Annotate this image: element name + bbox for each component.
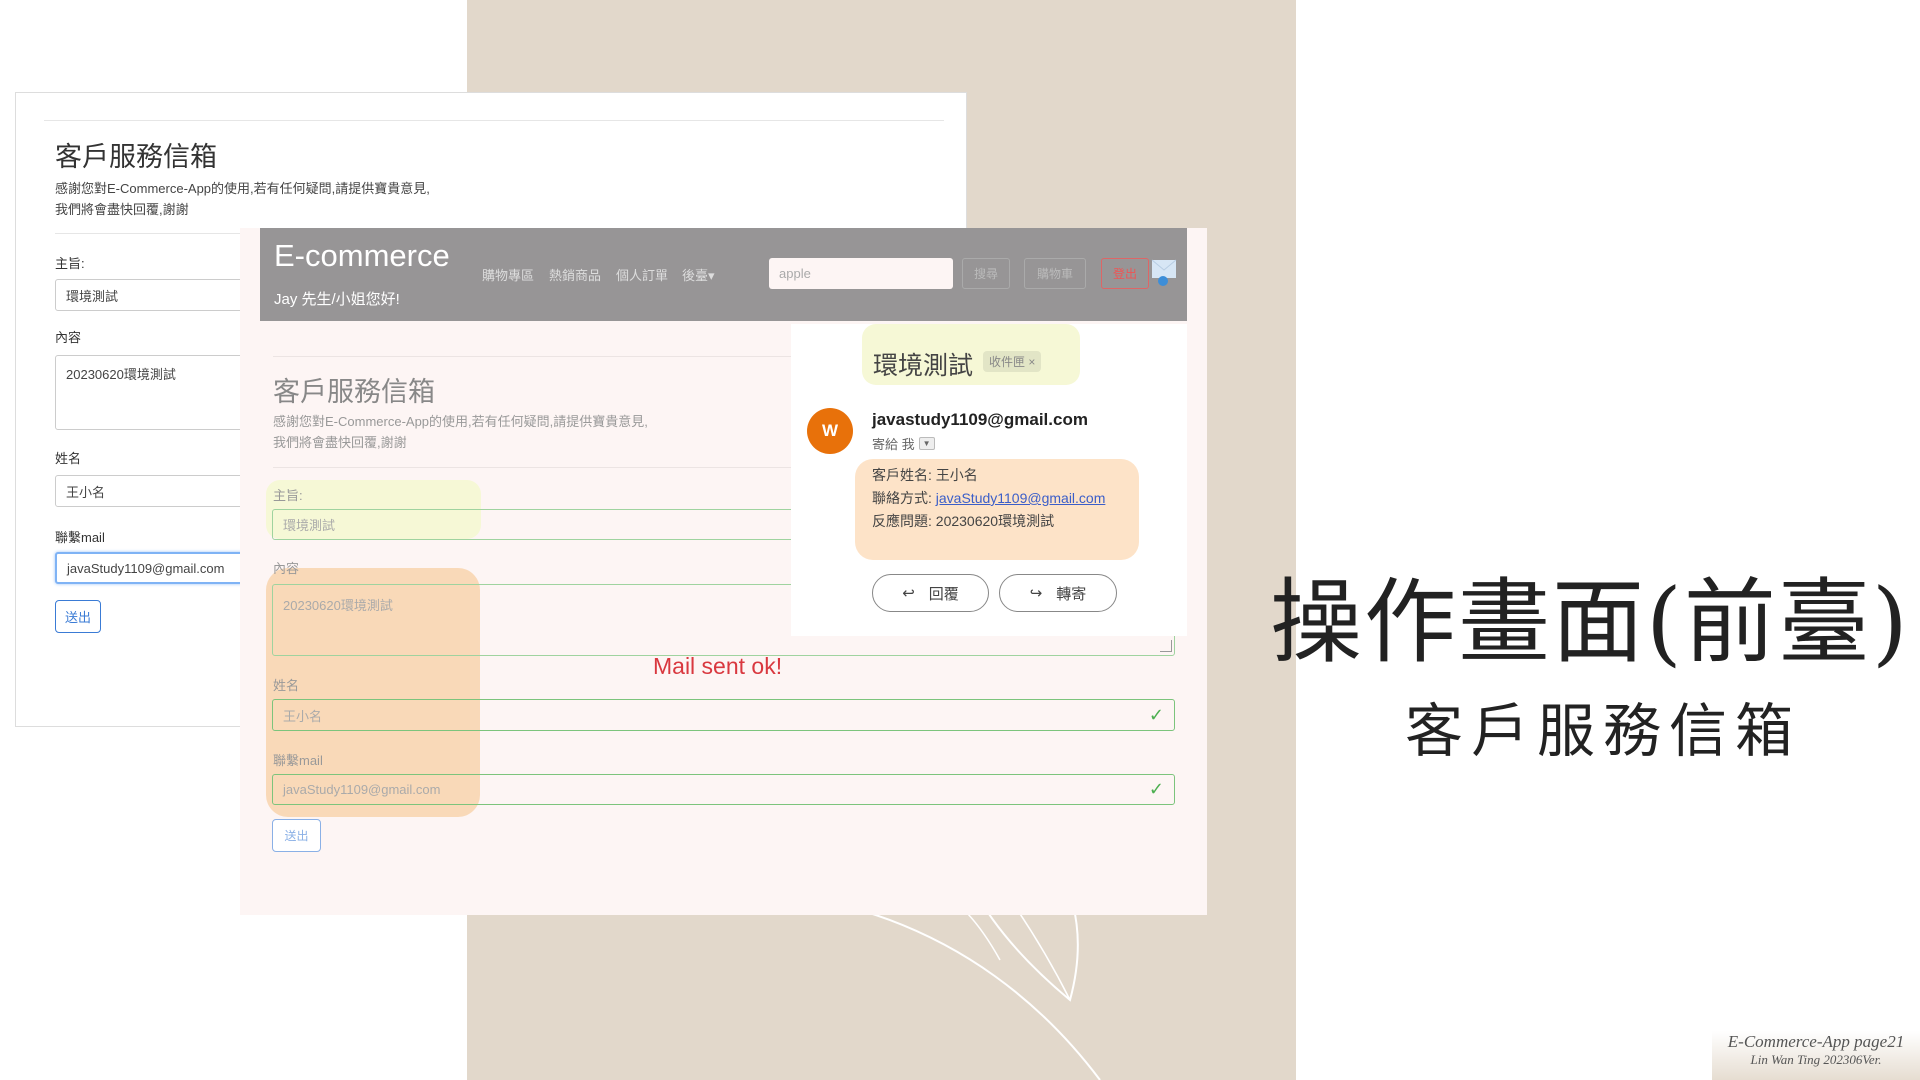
slide-title: 操作畫面(前臺) <box>1270 569 1910 676</box>
cart-button[interactable]: 購物車 <box>1024 258 1086 289</box>
avatar: W <box>807 408 853 454</box>
inbox-badge[interactable]: 收件匣 × <box>983 351 1042 372</box>
mail-input[interactable]: javaStudy1109@gmail.com ✓ <box>272 774 1175 805</box>
nav-hot[interactable]: 熱銷商品 <box>549 265 601 284</box>
nav-orders[interactable]: 個人訂單 <box>616 265 668 284</box>
name-label: 姓名 <box>273 678 300 693</box>
page-title: 客戶服務信箱 <box>273 377 435 407</box>
close-icon[interactable]: × <box>1028 355 1035 369</box>
slide-subtitle: 客戶服務信箱 <box>1405 697 1802 765</box>
mail-label: 聯繫mail <box>55 530 105 545</box>
mail-icon[interactable] <box>1151 258 1177 288</box>
check-icon: ✓ <box>1148 779 1164 799</box>
nav-admin[interactable]: 後臺▾ <box>682 265 715 284</box>
resize-handle[interactable] <box>1160 640 1172 652</box>
search-button[interactable]: 搜尋 <box>962 258 1010 289</box>
subject-label: 主旨: <box>273 488 303 503</box>
forward-button[interactable]: ↪ 轉寄 <box>999 574 1117 612</box>
email-body: 客戶姓名: 王小名 聯絡方式: javaStudy1109@gmail.com … <box>872 467 1106 529</box>
description: 感謝您對E-Commerce-App的使用,若有任何疑問,請提供寶貴意見, 我們將… <box>273 414 648 450</box>
nav-shop[interactable]: 購物專區 <box>482 265 534 284</box>
email-preview: 環境測試 收件匣 × W javastudy1109@gmail.com 寄給 … <box>791 324 1187 636</box>
submit-button[interactable]: 送出 <box>272 819 321 852</box>
search-input[interactable]: apple <box>769 258 953 289</box>
status-message: Mail sent ok! <box>653 653 783 679</box>
contact-email-link[interactable]: javaStudy1109@gmail.com <box>936 490 1106 506</box>
reply-button[interactable]: ↩ 回覆 <box>872 574 989 612</box>
brand-logo[interactable]: E-commerce <box>274 238 450 274</box>
name-label: 姓名 <box>55 451 82 466</box>
check-icon: ✓ <box>1148 704 1164 725</box>
email-subject: 環境測試 <box>873 352 974 380</box>
dropdown-icon[interactable]: ▼ <box>918 437 935 450</box>
reply-icon: ↩ <box>902 585 915 602</box>
content-label: 內容 <box>273 561 300 576</box>
logout-button[interactable]: 登出 <box>1101 258 1149 289</box>
name-input[interactable]: 王小名 ✓ <box>272 699 1175 731</box>
content-label: 內容 <box>55 330 82 345</box>
footer-credit: E-Commerce-App page21 Lin Wan Ting 20230… <box>1712 1031 1920 1080</box>
sender-email: javastudy1109@gmail.com <box>872 410 1088 429</box>
forward-icon: ↪ <box>1029 585 1043 602</box>
subject-label: 主旨: <box>55 256 85 271</box>
page-title: 客戶服務信箱 <box>55 142 217 172</box>
description: 感謝您對E-Commerce-App的使用,若有任何疑問,請提供寶貴意見, 我們將… <box>55 181 430 217</box>
submit-button[interactable]: 送出 <box>55 600 101 633</box>
navbar: E-commerce Jay 先生/小姐您好! 購物專區 熱銷商品 個人訂單 後… <box>260 228 1187 321</box>
recipient: 寄給 我 ▼ <box>872 434 935 453</box>
mail-label: 聯繫mail <box>273 753 323 768</box>
greeting: Jay 先生/小姐您好! <box>274 291 400 308</box>
